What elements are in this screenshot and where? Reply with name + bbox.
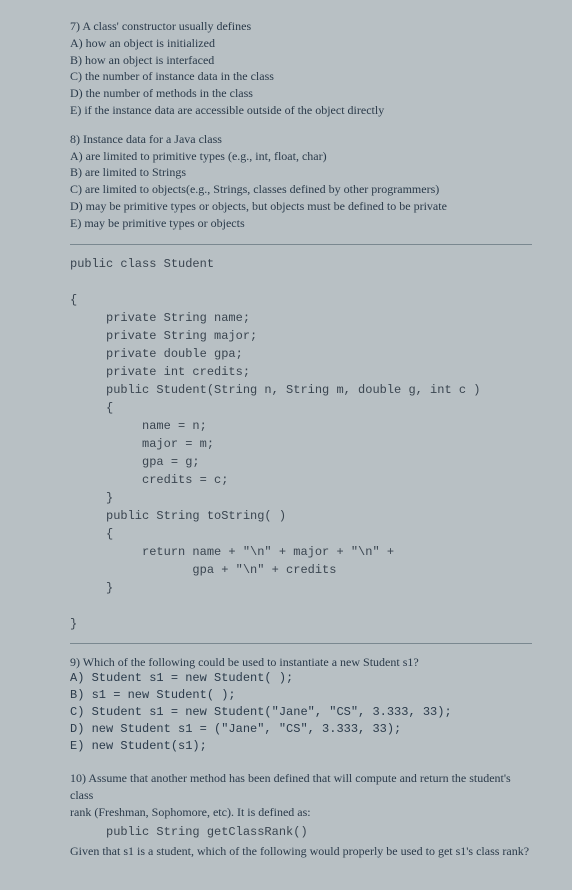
q9-option-a: A) Student s1 = new Student( );	[70, 670, 532, 687]
divider	[70, 643, 532, 644]
q10-line1: 10) Assume that another method has been …	[70, 770, 532, 804]
q10-code: public String getClassRank()	[70, 823, 532, 841]
q8-option-e: E) may be primitive types or objects	[70, 215, 532, 232]
q7-option-d: D) the number of methods in the class	[70, 85, 532, 102]
q9-option-e: E) new Student(s1);	[70, 738, 532, 755]
divider	[70, 244, 532, 245]
q7-option-b: B) how an object is interfaced	[70, 52, 532, 69]
question-7: 7) A class' constructor usually defines …	[70, 18, 532, 119]
q8-prompt: 8) Instance data for a Java class	[70, 131, 532, 148]
q10-line3: Given that s1 is a student, which of the…	[70, 843, 532, 860]
q7-option-c: C) the number of instance data in the cl…	[70, 68, 532, 85]
q8-option-b: B) are limited to Strings	[70, 164, 532, 181]
question-8: 8) Instance data for a Java class A) are…	[70, 131, 532, 232]
q9-option-b: B) s1 = new Student( );	[70, 687, 532, 704]
code-block-student: public class Student { private String na…	[70, 255, 532, 633]
q8-option-d: D) may be primitive types or objects, bu…	[70, 198, 532, 215]
q8-option-c: C) are limited to objects(e.g., Strings,…	[70, 181, 532, 198]
q7-prompt: 7) A class' constructor usually defines	[70, 18, 532, 35]
document-page: 7) A class' constructor usually defines …	[0, 0, 572, 890]
q10-line2: rank (Freshman, Sophomore, etc). It is d…	[70, 804, 532, 821]
q9-option-c: C) Student s1 = new Student("Jane", "CS"…	[70, 704, 532, 721]
question-10: 10) Assume that another method has been …	[70, 770, 532, 859]
q7-option-e: E) if the instance data are accessible o…	[70, 102, 532, 119]
q8-option-a: A) are limited to primitive types (e.g.,…	[70, 148, 532, 165]
q9-option-d: D) new Student s1 = ("Jane", "CS", 3.333…	[70, 721, 532, 738]
q7-option-a: A) how an object is initialized	[70, 35, 532, 52]
q9-prompt: 9) Which of the following could be used …	[70, 654, 532, 671]
question-9: 9) Which of the following could be used …	[70, 654, 532, 755]
